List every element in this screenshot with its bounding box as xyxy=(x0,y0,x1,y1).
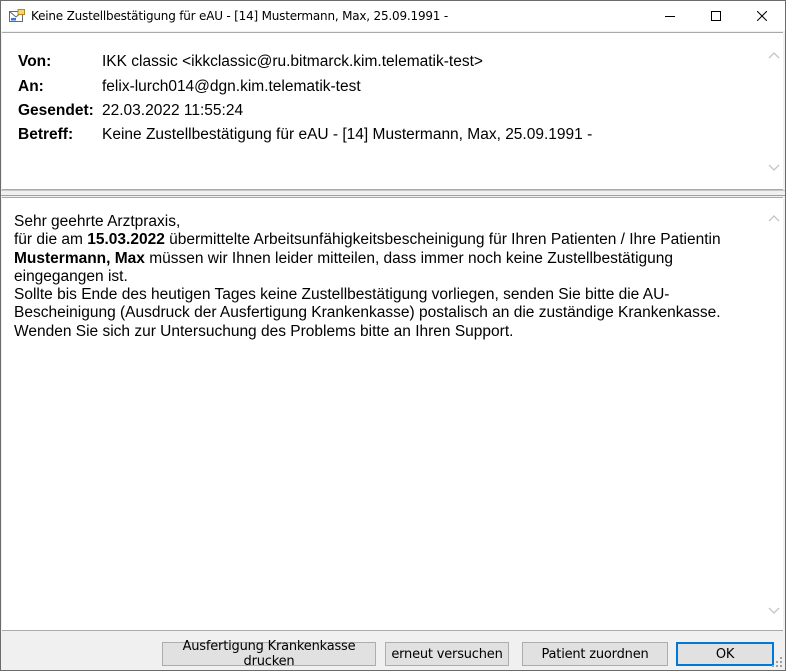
to-label: An: xyxy=(18,78,44,95)
header-scroll-up-button[interactable] xyxy=(766,47,782,63)
message-body-pane[interactable]: Sehr geehrte Arztpraxis, für die am 15.0… xyxy=(2,197,783,631)
transmission-date: 15.03.2022 xyxy=(87,231,165,249)
email-dialog-window: Keine Zustellbestätigung für eAU - [14] … xyxy=(0,0,786,671)
greeting-text: Sehr geehrte Arztpraxis, xyxy=(14,213,181,230)
line1-post-text: übermittelte Arbeitsunfähigkeitsbeschein… xyxy=(164,231,721,249)
close-icon xyxy=(757,11,767,21)
pane-splitter[interactable] xyxy=(1,190,785,196)
window-title: Keine Zustellbestätigung für eAU - [14] … xyxy=(31,9,448,23)
to-value: felix-lurch014@dgn.kim.telematik-test xyxy=(102,78,361,95)
button-bar: Ausfertigung Krankenkasse drucken erneut… xyxy=(1,631,785,670)
chevron-up-icon xyxy=(768,215,780,222)
body-scroll-up-button[interactable] xyxy=(766,210,782,226)
paragraph-2: Sollte bis Ende des heutigen Tages keine… xyxy=(14,286,721,322)
chevron-down-icon xyxy=(768,607,780,614)
body-scroll-down-button[interactable] xyxy=(766,603,782,619)
ok-button[interactable]: OK xyxy=(676,642,774,666)
patient-name: Mustermann, Max xyxy=(14,249,145,267)
retry-button[interactable]: erneut versuchen xyxy=(385,642,509,666)
message-body: Sehr geehrte Arztpraxis, für die am 15.0… xyxy=(14,213,754,341)
from-value: IKK classic <ikkclassic@ru.bitmarck.kim.… xyxy=(102,53,483,70)
sent-label: Gesendet: xyxy=(18,102,94,119)
paragraph-3: Wenden Sie sich zur Untersuchung des Pro… xyxy=(14,322,514,340)
chevron-up-icon xyxy=(768,52,780,59)
minimize-button[interactable] xyxy=(647,1,693,31)
paragraph-1: für die am 15.03.2022 übermittelte Arbei… xyxy=(14,231,754,286)
assign-patient-button[interactable]: Patient zuordnen xyxy=(522,642,668,666)
maximize-button[interactable] xyxy=(693,1,739,31)
subject-label: Betreff: xyxy=(18,126,74,143)
resize-grip-icon[interactable] xyxy=(771,656,783,668)
subject-value: Keine Zustellbestätigung für eAU - [14] … xyxy=(102,126,593,143)
chevron-down-icon xyxy=(768,164,780,171)
message-header-pane[interactable]: Von: IKK classic <ikkclassic@ru.bitmarck… xyxy=(2,32,783,190)
line1-pre-text: für die am xyxy=(14,231,88,249)
maximize-icon xyxy=(711,11,721,21)
close-button[interactable] xyxy=(739,1,785,31)
sent-value: 22.03.2022 11:55:24 xyxy=(102,102,244,119)
mail-icon xyxy=(9,9,25,22)
minimize-icon xyxy=(665,16,675,17)
print-insurer-copy-button[interactable]: Ausfertigung Krankenkasse drucken xyxy=(162,639,376,669)
title-bar[interactable]: Keine Zustellbestätigung für eAU - [14] … xyxy=(1,1,785,31)
from-label: Von: xyxy=(18,53,52,70)
header-scroll-down-button[interactable] xyxy=(766,160,782,176)
